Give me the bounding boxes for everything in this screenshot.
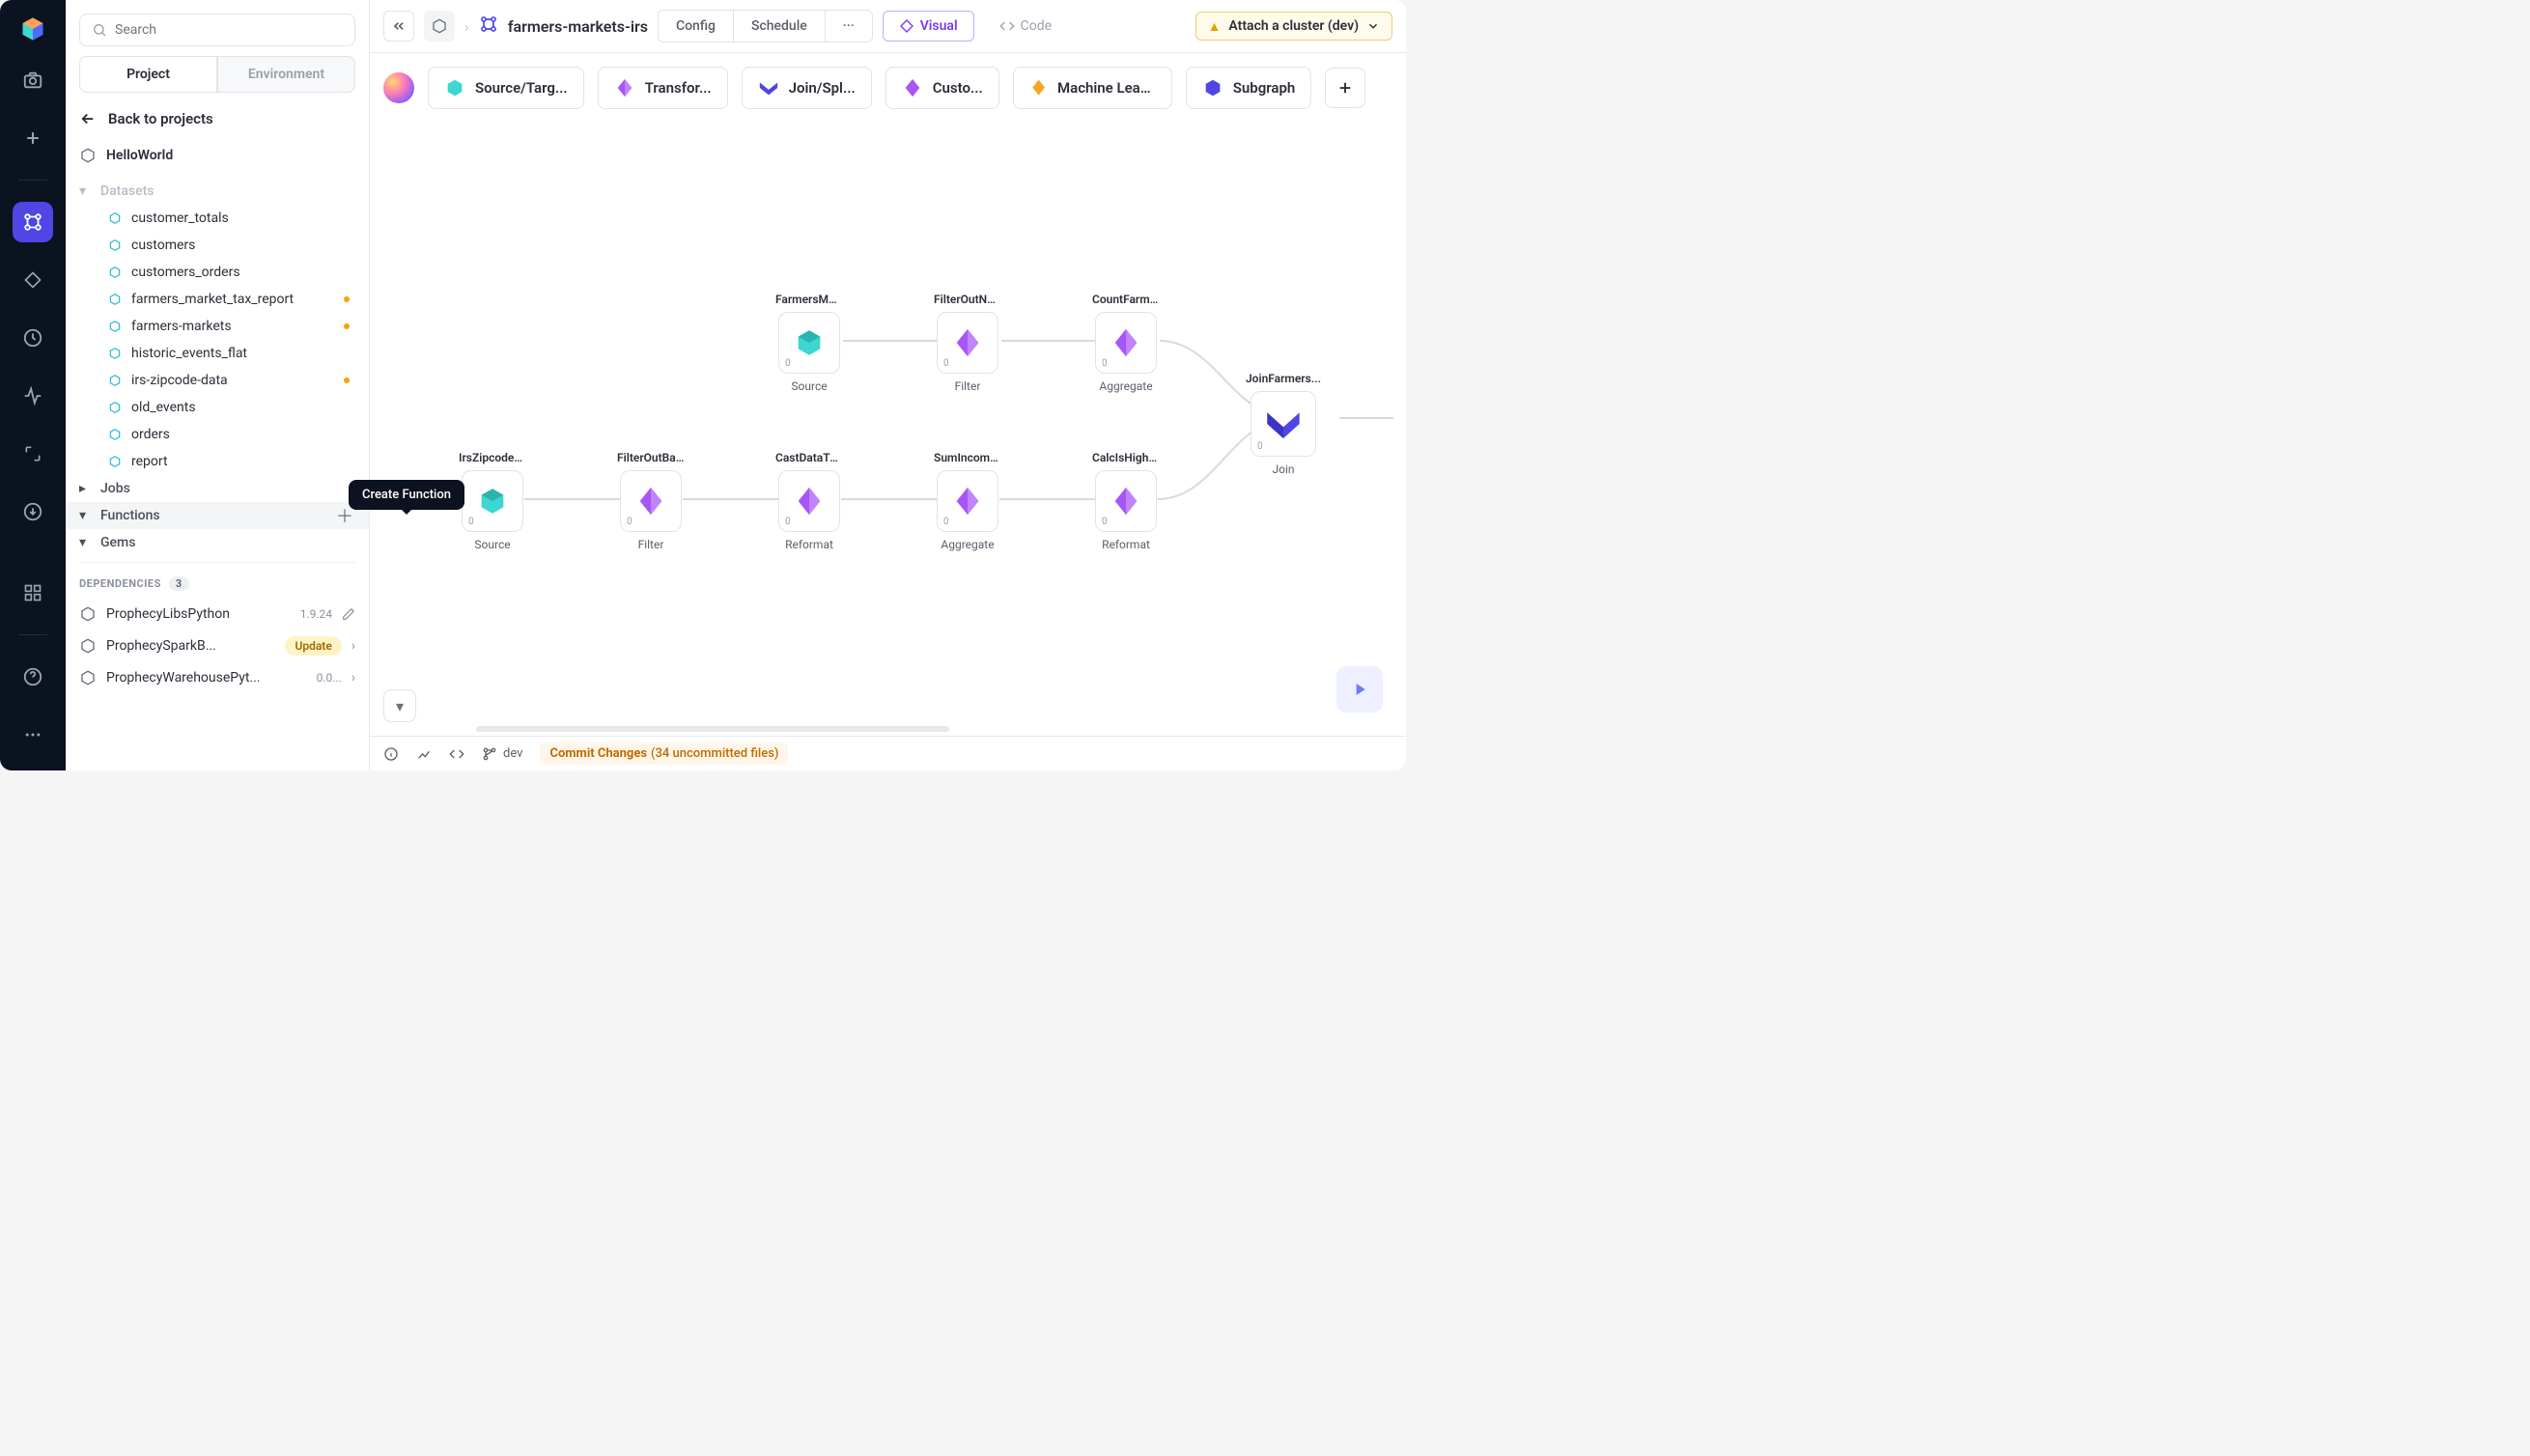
nav-rail <box>0 0 66 770</box>
project-crumb-icon[interactable] <box>424 11 455 42</box>
jobs-section[interactable]: ▸Jobs <box>66 475 369 502</box>
branch-indicator[interactable]: dev <box>482 746 522 762</box>
functions-section[interactable]: ▾Functions ＋ <box>66 502 369 529</box>
code-icon[interactable] <box>449 746 464 762</box>
download-icon[interactable] <box>13 491 53 532</box>
schedule-button[interactable]: Schedule <box>734 11 826 42</box>
node-aggregate[interactable]: CountFarmer... 0 Aggregate <box>1092 293 1160 393</box>
help-icon[interactable] <box>13 657 53 697</box>
back-to-projects[interactable]: Back to projects <box>66 93 369 137</box>
clock-icon[interactable] <box>13 318 53 358</box>
dataset-item[interactable]: report <box>66 448 369 475</box>
node-filter[interactable]: FilterOutBadZ... 0 Filter <box>617 451 685 551</box>
dataset-item[interactable]: customers <box>66 232 369 259</box>
dataset-item[interactable]: customer_totals <box>66 205 369 232</box>
topbar: › farmers-markets-irs Config Schedule ··… <box>370 0 1406 53</box>
ai-assistant-icon[interactable] <box>383 72 414 103</box>
gems-section[interactable]: ▾Gems <box>66 529 369 556</box>
node-aggregate[interactable]: SumIncomeB... 0 Aggregate <box>934 451 1001 551</box>
trend-icon[interactable] <box>416 746 432 762</box>
dataset-item[interactable]: farmers_market_tax_report <box>66 286 369 313</box>
chevron-right-icon: › <box>351 670 355 686</box>
more-icon[interactable] <box>13 714 53 755</box>
update-badge[interactable]: Update <box>285 636 341 656</box>
palette-source[interactable]: Source/Targ... <box>428 67 584 109</box>
node-filter[interactable]: FilterOutNullZ... 0 Filter <box>934 293 1001 393</box>
diamond-icon[interactable] <box>13 260 53 300</box>
back-label: Back to projects <box>108 110 213 127</box>
app-logo <box>19 15 46 42</box>
palette-transform[interactable]: Transfor... <box>598 67 728 109</box>
create-function-tooltip: Create Function <box>349 480 464 510</box>
status-bar: dev Commit Changes (34 uncommitted files… <box>370 736 1406 770</box>
visual-mode-button[interactable]: Visual <box>883 11 974 42</box>
search-field[interactable] <box>115 22 343 38</box>
camera-icon[interactable] <box>13 60 53 100</box>
dependencies-count: 3 <box>169 576 189 591</box>
more-button[interactable]: ··· <box>826 11 872 42</box>
breadcrumb-separator: › <box>464 17 469 36</box>
dirty-indicator-icon <box>344 296 350 302</box>
datasets-label: Datasets <box>100 183 154 199</box>
dependency-item[interactable]: ProphecyLibsPython 1.9.24 <box>66 599 369 630</box>
chevron-right-icon: › <box>351 638 355 654</box>
node-reformat[interactable]: CastDataTyp... 0 Reformat <box>775 451 843 551</box>
datasets-section[interactable]: ▾ Datasets <box>66 178 369 205</box>
edit-icon[interactable] <box>342 607 355 621</box>
grid-icon[interactable] <box>13 573 53 613</box>
node-source[interactable]: IrsZipcodesS... 0 Source <box>459 451 526 551</box>
info-icon[interactable] <box>383 746 399 762</box>
search-input[interactable] <box>79 14 355 46</box>
dataset-item[interactable]: irs-zipcode-data <box>66 367 369 394</box>
expand-icon[interactable] <box>13 434 53 474</box>
palette-custom[interactable]: Custo... <box>886 67 999 109</box>
horizontal-scrollbar[interactable] <box>476 726 949 732</box>
collapse-sidebar-button[interactable] <box>383 11 414 42</box>
main-area: › farmers-markets-irs Config Schedule ··… <box>370 0 1406 770</box>
gem-palette: Source/Targ... Transfor... Join/Spl... C… <box>370 53 1406 119</box>
dataset-item[interactable]: farmers-markets <box>66 313 369 340</box>
commit-changes-button[interactable]: Commit Changes (34 uncommitted files) <box>540 742 788 765</box>
pipeline-crumb-icon <box>479 14 498 38</box>
code-mode-button[interactable]: Code <box>984 11 1067 42</box>
node-source[interactable]: FarmersMark... 0 Source <box>775 293 843 393</box>
plus-icon[interactable] <box>13 118 53 158</box>
palette-join[interactable]: Join/Spl... <box>742 67 872 109</box>
canvas-dropdown-button[interactable]: ▾ <box>383 689 416 722</box>
tab-environment[interactable]: Environment <box>217 56 355 93</box>
dataset-item[interactable]: old_events <box>66 394 369 421</box>
config-button[interactable]: Config <box>659 11 734 42</box>
node-reformat[interactable]: CalcIsHighInc... 0 Reformat <box>1092 451 1160 551</box>
tab-project[interactable]: Project <box>79 56 217 93</box>
run-button[interactable] <box>1336 666 1383 713</box>
dirty-indicator-icon <box>344 323 350 329</box>
dataset-item[interactable]: orders <box>66 421 369 448</box>
project-name-label: HelloWorld <box>106 148 173 163</box>
project-tree: HelloWorld ▾ Datasets customer_totals cu… <box>66 137 369 770</box>
pipeline-icon[interactable] <box>13 202 53 242</box>
sidebar: Project Environment Back to projects Hel… <box>66 0 370 770</box>
palette-ml[interactable]: Machine Learni... <box>1013 67 1172 109</box>
dirty-indicator-icon <box>344 378 350 383</box>
activity-icon[interactable] <box>13 376 53 416</box>
dataset-item[interactable]: customers_orders <box>66 259 369 286</box>
palette-add-button[interactable] <box>1325 68 1365 108</box>
warning-icon: ▲ <box>1208 18 1222 35</box>
palette-subgraph[interactable]: Subgraph <box>1186 67 1312 109</box>
pipeline-canvas[interactable]: FarmersMark... 0 Source FilterOutNullZ..… <box>370 119 1406 736</box>
dependencies-header: DEPENDENCIES 3 <box>66 569 369 599</box>
dataset-item[interactable]: historic_events_flat <box>66 340 369 367</box>
dependency-item[interactable]: ProphecyWarehousePyt... 0.0... › <box>66 662 369 693</box>
pipeline-name: farmers-markets-irs <box>508 17 648 36</box>
dependency-item[interactable]: ProphecySparkB... Update › <box>66 630 369 662</box>
node-join[interactable]: JoinFarmers... 0 Join <box>1245 372 1322 476</box>
attach-cluster-button[interactable]: ▲ Attach a cluster (dev) <box>1195 12 1392 41</box>
project-header[interactable]: HelloWorld <box>66 141 369 170</box>
